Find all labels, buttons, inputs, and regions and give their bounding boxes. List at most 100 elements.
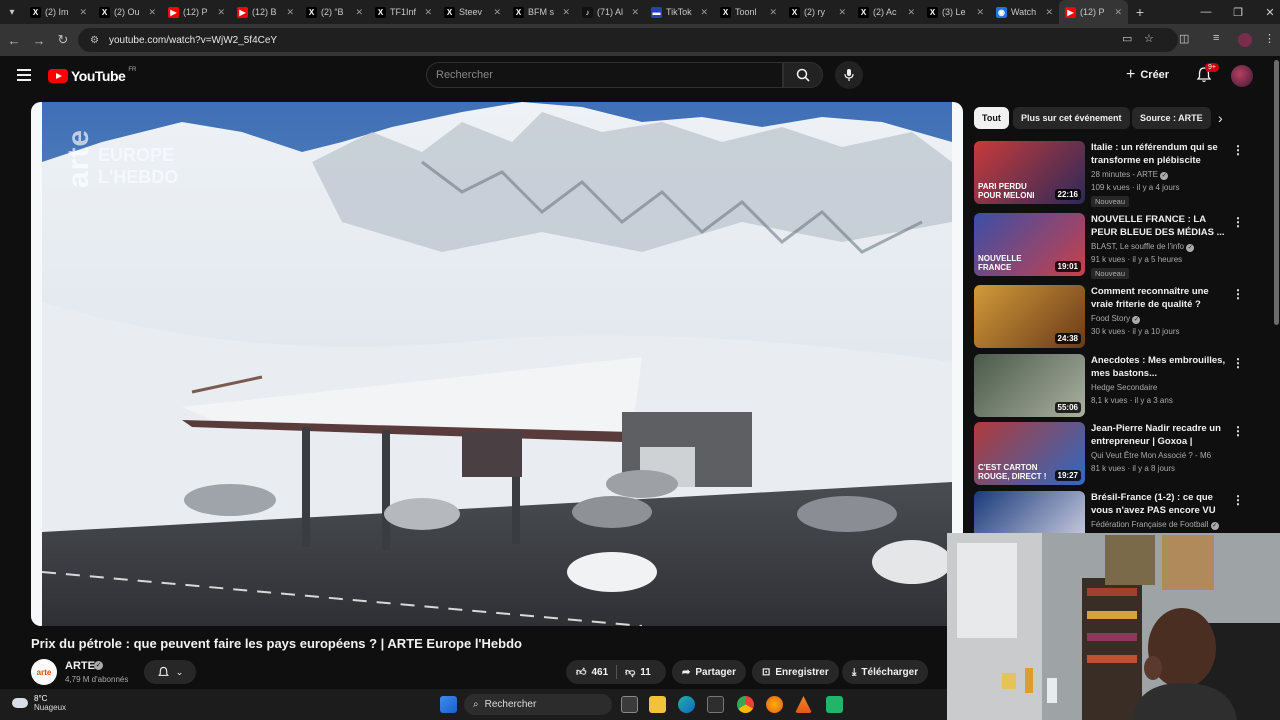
tab-close-icon[interactable]: ✕ [286, 7, 294, 18]
tab-close-icon[interactable]: ✕ [631, 7, 639, 18]
more-options-icon[interactable]: ⋮ [1232, 424, 1244, 438]
dislike-button[interactable]: 👎︎ 11 [625, 666, 651, 679]
tab-close-icon[interactable]: ✕ [355, 7, 363, 18]
profile-icon[interactable] [1238, 33, 1252, 47]
voice-search-button[interactable] [835, 61, 863, 89]
browser-tab[interactable]: X Steev ✕ [438, 0, 507, 24]
recommended-title[interactable]: Comment reconnaître une vraie friterie d… [1091, 285, 1229, 311]
browser-tab[interactable]: X (2) ry ✕ [783, 0, 852, 24]
more-options-icon[interactable]: ⋮ [1232, 356, 1244, 370]
browser-tab[interactable]: X (2) Im ✕ [24, 0, 93, 24]
recommended-channel[interactable]: Food Story ✓ [1091, 314, 1141, 324]
save-button[interactable]: ⊡ Enregistrer [752, 660, 839, 684]
maximize-icon[interactable]: ❐ [1222, 0, 1254, 24]
hamburger-menu-icon[interactable] [17, 69, 31, 81]
back-icon[interactable]: ← [6, 32, 22, 48]
browser-tab[interactable]: ▬ TikTok ✕ [645, 0, 714, 24]
browser-tab[interactable]: X BFM s ✕ [507, 0, 576, 24]
youtube-logo[interactable]: YouTube FR [48, 67, 136, 84]
tab-close-icon[interactable]: ✕ [424, 7, 432, 18]
account-avatar[interactable] [1231, 65, 1253, 87]
chevron-right-icon[interactable]: › [1218, 110, 1223, 126]
more-options-icon[interactable]: ⋮ [1232, 215, 1244, 229]
store-icon[interactable] [707, 696, 724, 713]
tab-close-icon[interactable]: ✕ [493, 7, 501, 18]
browser-tab[interactable]: ♪ (71) Al ✕ [576, 0, 645, 24]
task-view-icon[interactable] [621, 696, 638, 713]
recommended-title[interactable]: Jean-Pierre Nadir recadre un entrepreneu… [1091, 422, 1229, 449]
weather-widget[interactable]: 8°C Nuageux [12, 694, 66, 712]
recommended-video[interactable]: C'EST CARTON ROUGE, DIRECT ! 19:27 Jean-Pi… [974, 422, 1244, 486]
minimize-icon[interactable]: — [1190, 0, 1222, 24]
video-thumbnail[interactable]: C'EST CARTON ROUGE, DIRECT ! 19:27 [974, 422, 1085, 485]
search-button[interactable] [783, 62, 823, 88]
recommended-channel[interactable]: Qui Veut Être Mon Associé ? - M6 [1091, 451, 1211, 460]
chip-source-arte[interactable]: Source : ARTE [1132, 107, 1211, 129]
recommended-video[interactable]: 55:06 Anecdotes : Mes embrouilles, mes ba… [974, 354, 1244, 418]
create-button[interactable]: + Créer [1126, 64, 1169, 86]
vlc-icon[interactable] [795, 696, 812, 713]
page-scrollbar[interactable] [1274, 60, 1279, 325]
video-thumbnail[interactable]: 55:06 [974, 354, 1085, 417]
reload-icon[interactable]: ↻ [55, 32, 71, 48]
recommended-title[interactable]: Brésil-France (1-2) : ce que vous n'avez… [1091, 491, 1229, 517]
browser-tab[interactable]: X TF1Inf ✕ [369, 0, 438, 24]
recommended-channel[interactable]: BLAST, Le souffle de l'info ✓ [1091, 242, 1195, 252]
video-player[interactable]: arte EUROPE L'HEBDO [31, 102, 963, 626]
chip-all[interactable]: Tout [974, 107, 1009, 129]
channel-name[interactable]: ARTE [65, 660, 95, 672]
windows-start-icon[interactable] [440, 696, 457, 713]
like-button[interactable]: 👍︎ 461 [576, 666, 608, 679]
browser-tab[interactable]: ▶ (12) P ✕ [162, 0, 231, 24]
tab-close-icon[interactable]: ✕ [1114, 7, 1122, 18]
recommended-title[interactable]: Italie : un référendum qui se transforme… [1091, 141, 1229, 168]
tab-close-icon[interactable]: ✕ [1045, 7, 1053, 18]
forward-icon[interactable]: → [31, 32, 47, 48]
more-options-icon[interactable]: ⋮ [1232, 493, 1244, 507]
cast-icon[interactable]: ▭ [1122, 32, 1132, 45]
download-button[interactable]: ⤓ Télécharger [842, 660, 929, 684]
recommended-video[interactable]: PARI PERDU POUR MELONI 22:16 Italie : un r… [974, 141, 1244, 207]
recommended-channel[interactable]: Fédération Française de Football ✓ [1091, 520, 1219, 530]
browser-tab[interactable]: X Toonl ✕ [714, 0, 783, 24]
recommended-video[interactable]: NOUVELLE FRANCE 19:01 NOUVELLE FRANCE : LA… [974, 213, 1244, 279]
browser-tab[interactable]: X (2) Ac ✕ [852, 0, 921, 24]
app-icon[interactable] [826, 696, 843, 713]
tab-close-icon[interactable]: ✕ [838, 7, 846, 18]
recommended-title[interactable]: Anecdotes : Mes embrouilles, mes bastons… [1091, 354, 1229, 380]
tab-close-icon[interactable]: ✕ [148, 7, 156, 18]
more-options-icon[interactable]: ⋮ [1232, 143, 1244, 157]
tab-close-icon[interactable]: ✕ [976, 7, 984, 18]
video-thumbnail[interactable]: NOUVELLE FRANCE 19:01 [974, 213, 1085, 276]
edge-icon[interactable] [678, 696, 695, 713]
more-options-icon[interactable]: ⋮ [1232, 287, 1244, 301]
browser-tab[interactable]: ◉ Watch ✕ [990, 0, 1059, 24]
extensions-icon[interactable]: ◫ [1179, 32, 1189, 45]
tab-close-icon[interactable]: ✕ [700, 7, 708, 18]
bookmark-star-icon[interactable]: ☆ [1144, 32, 1154, 45]
tab-close-icon[interactable]: ✕ [907, 7, 915, 18]
subscription-bell-button[interactable]: ⌄ [144, 660, 196, 684]
browser-tab[interactable]: X (2) Ou ✕ [93, 0, 162, 24]
close-window-icon[interactable]: ✕ [1254, 0, 1280, 24]
chip-more-event[interactable]: Plus sur cet événement [1013, 107, 1130, 129]
browser-menu-icon[interactable]: ⋮ [1264, 32, 1275, 45]
browser-tab[interactable]: X (2) “B ✕ [300, 0, 369, 24]
recommended-channel[interactable]: Hedge Secondaire [1091, 383, 1157, 392]
reading-list-icon[interactable]: ≡ [1213, 32, 1219, 44]
tab-close-icon[interactable]: ✕ [769, 7, 777, 18]
channel-avatar[interactable]: arte [31, 659, 57, 685]
recommended-title[interactable]: NOUVELLE FRANCE : LA PEUR BLEUE DES MÉDI… [1091, 213, 1229, 239]
tab-close-icon[interactable]: ✕ [79, 7, 87, 18]
file-explorer-icon[interactable] [649, 696, 666, 713]
firefox-icon[interactable] [766, 696, 783, 713]
taskbar-search[interactable]: ⌕ Rechercher [464, 694, 612, 715]
browser-tab[interactable]: X (3) Le ✕ [921, 0, 990, 24]
chrome-icon[interactable] [737, 696, 754, 713]
video-thumbnail[interactable]: 24:38 [974, 285, 1085, 348]
site-info-icon[interactable]: ⚙ [90, 35, 99, 46]
recommended-video[interactable]: 24:38 Comment reconnaître une vraie frite… [974, 285, 1244, 349]
recommended-channel[interactable]: 28 minutes - ARTE ✓ [1091, 170, 1169, 180]
browser-tab[interactable]: ▶ (12) P ✕ [1059, 0, 1128, 24]
tab-close-icon[interactable]: ✕ [217, 7, 225, 18]
